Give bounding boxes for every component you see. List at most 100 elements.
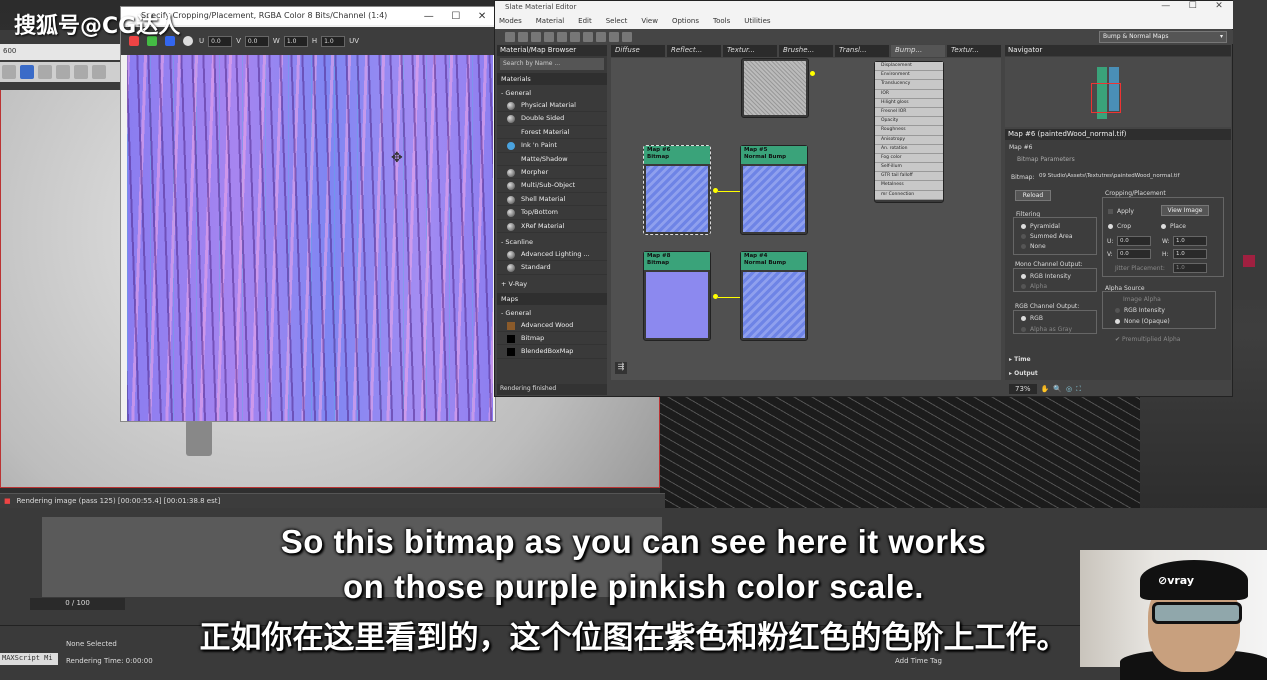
pan-hand-icon[interactable]: ✋ [1041, 385, 1050, 393]
scanline-group[interactable]: - Scanline [497, 235, 607, 248]
pan-icon[interactable]: ⇶ [615, 362, 627, 374]
v-input[interactable]: 0.0 [244, 35, 269, 47]
list-item[interactable]: Advanced Lighting ... [497, 248, 607, 262]
delete-icon[interactable] [531, 32, 541, 42]
slot-hilight-gloss[interactable]: Hilight gloss [875, 98, 943, 108]
radio-rgb-intensity[interactable]: RGB Intensity [1021, 273, 1071, 280]
show-background-icon[interactable] [570, 32, 580, 42]
menu-tools[interactable]: Tools [713, 17, 730, 29]
radio-pyramidal[interactable]: Pyramidal [1021, 223, 1060, 230]
list-item[interactable]: Standard [497, 261, 607, 275]
menu-edit[interactable]: Edit [578, 17, 592, 29]
view-image-button[interactable]: View Image [1161, 205, 1209, 216]
list-item[interactable]: Matte/Shadow [497, 153, 607, 166]
h-spinner[interactable]: 1.0 [1173, 249, 1207, 259]
general-group[interactable]: - General [497, 87, 607, 99]
show-map-icon[interactable] [557, 32, 567, 42]
slot-fog-color[interactable]: Fog color [875, 153, 943, 164]
radio-none[interactable]: None [1021, 243, 1046, 250]
tab-brushed[interactable]: Brushe... [779, 45, 833, 57]
tab-texture[interactable]: Textur... [723, 45, 777, 57]
params-icon[interactable] [609, 32, 619, 42]
menu-options[interactable]: Options [672, 17, 699, 29]
navigator-view[interactable] [1005, 57, 1231, 127]
alpha-icon[interactable] [183, 36, 193, 46]
slot-anisotropy[interactable]: Anisotropy [875, 135, 943, 145]
undo-icon[interactable] [2, 65, 16, 79]
slot-self-illum[interactable]: Self-illum [875, 163, 943, 173]
premultiplied-checkbox[interactable]: ✔ Premultiplied Alpha [1115, 336, 1180, 343]
tab-reflect[interactable]: Reflect... [667, 45, 721, 57]
sphere-icon[interactable] [38, 65, 52, 79]
node-map6[interactable]: Map #6 Bitmap [643, 145, 711, 235]
layout-children-icon[interactable] [596, 32, 606, 42]
list-item[interactable]: Forest Material [497, 126, 607, 140]
minimize-icon[interactable]: — [424, 11, 434, 22]
slot-fresnel-ior[interactable]: Fresnel IOR [875, 107, 943, 118]
slot-metalness[interactable]: Metalness [875, 181, 943, 191]
zoom-extents-icon[interactable]: ⛶ [1076, 385, 1081, 394]
radio-rgb[interactable]: RGB [1021, 315, 1043, 322]
slot-environment[interactable]: Environment [875, 71, 943, 81]
slot-displacement[interactable]: Displacement [875, 62, 943, 72]
slot-an-rotation[interactable]: An. rotation [875, 144, 943, 154]
reload-button[interactable]: Reload [1015, 190, 1051, 201]
list-item[interactable]: Top/Bottom [497, 206, 607, 220]
move-children-icon[interactable] [544, 32, 554, 42]
material-slots-node[interactable]: Displacement Environment Translucency IO… [874, 61, 944, 203]
zoom-region-icon[interactable]: ◎ [1066, 385, 1072, 393]
list-item[interactable]: Physical Material [497, 99, 607, 113]
w-input[interactable]: 1.0 [283, 35, 308, 47]
list-item[interactable]: BlendedBoxMap [497, 345, 607, 359]
list-item[interactable]: Bitmap [497, 332, 607, 346]
maps-group[interactable]: Maps [497, 292, 607, 305]
list-item[interactable]: Advanced Wood [497, 319, 607, 333]
browser-search[interactable]: Search by Name ... [500, 58, 604, 70]
list-item[interactable]: Morpher [497, 166, 607, 180]
tab-diffuse[interactable]: Diffuse [611, 45, 665, 57]
slot-opacity[interactable]: Opacity [875, 117, 943, 127]
radio-image-alpha[interactable]: Image Alpha [1123, 296, 1161, 303]
node-map8[interactable]: Map #8 Bitmap [643, 251, 711, 341]
maps-general-group[interactable]: - General [497, 306, 607, 319]
minimize-icon[interactable]: — [1161, 1, 1170, 15]
menu-view[interactable]: View [641, 17, 658, 29]
color-swatch[interactable] [1243, 255, 1255, 267]
radio-alpha[interactable]: Alpha [1021, 283, 1047, 290]
list-item[interactable]: Double Sided [497, 112, 607, 126]
add-time-tag[interactable]: Add Time Tag [895, 657, 942, 665]
menu-material[interactable]: Material [536, 17, 564, 29]
list-item[interactable]: Ink 'n Paint [497, 139, 607, 153]
list-item[interactable]: XRef Material [497, 220, 607, 233]
radio-none-opaque[interactable]: None (Opaque) [1115, 318, 1170, 325]
zoom-level[interactable]: 73% [1009, 384, 1037, 394]
time-rollout[interactable]: ▸ Time [1009, 356, 1031, 363]
menu-modes[interactable]: Modes [499, 17, 522, 29]
output-socket[interactable] [810, 71, 815, 76]
slot-roughness[interactable]: Roughness [875, 126, 943, 136]
vray-group[interactable]: + V-Ray [497, 277, 607, 290]
radio-crop[interactable]: Crop [1108, 223, 1131, 230]
output-rollout[interactable]: ▸ Output [1009, 370, 1038, 377]
radio-place[interactable]: Place [1161, 223, 1186, 230]
node-map5[interactable]: Map #5 Normal Bump [740, 145, 808, 235]
normal-map-image[interactable] [127, 55, 493, 421]
u-input[interactable]: 0.0 [208, 35, 233, 47]
tab-translucent[interactable]: Transl... [835, 45, 889, 57]
list-item[interactable]: Multi/Sub-Object [497, 179, 607, 193]
region-icon[interactable] [20, 65, 34, 79]
node-graph[interactable]: Map #6 Bitmap Map #5 Normal Bump Map #8 Bit… [611, 58, 1001, 380]
apply-checkbox[interactable]: Apply [1108, 208, 1134, 215]
radio-alpha-as-gray[interactable]: Alpha as Gray [1021, 326, 1072, 333]
copy-icon[interactable] [92, 65, 106, 79]
menu-select[interactable]: Select [606, 17, 628, 29]
jitter-spinner[interactable]: 1.0 [1173, 263, 1207, 273]
radio-summed-area[interactable]: Summed Area [1021, 233, 1073, 240]
pick-material-icon[interactable] [505, 32, 515, 42]
materials-group[interactable]: Materials [497, 73, 607, 85]
assign-icon[interactable] [518, 32, 528, 42]
slot-translucency[interactable]: Translucency [875, 80, 943, 90]
bitmap-path-button[interactable]: 09 Studio\Assets\Textutres\paintedWood_n… [1037, 172, 1217, 184]
nav-viewport-rect[interactable] [1091, 83, 1121, 113]
slot-mr-connection[interactable]: mr Connection [875, 190, 943, 200]
